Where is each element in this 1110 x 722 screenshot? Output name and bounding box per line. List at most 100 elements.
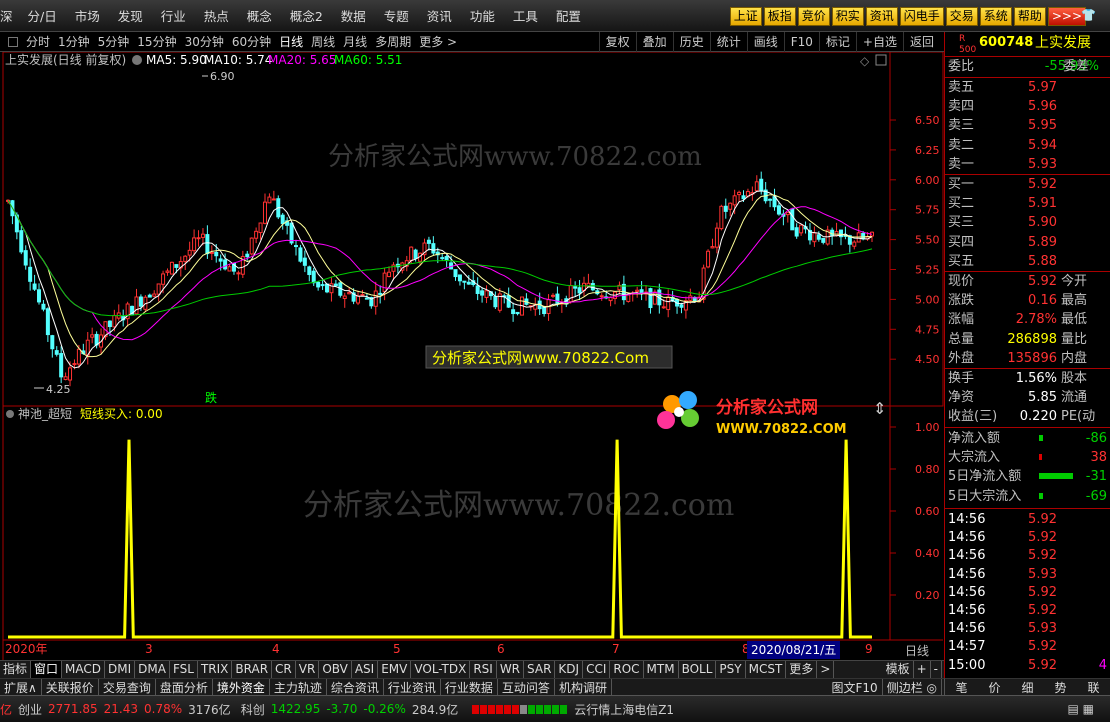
adjust-button[interactable]: 复权 <box>598 32 636 52</box>
sidebar-toggle[interactable]: 图文F10 <box>828 678 883 696</box>
period-multi[interactable]: 多周期 <box>375 33 411 50</box>
period-daily[interactable]: 日线 <box>279 33 303 50</box>
indicator-tab[interactable]: OBV <box>319 661 352 678</box>
period-monthly[interactable]: 月线 <box>343 33 367 50</box>
kc-label[interactable]: 科创 <box>241 701 265 718</box>
indicator-tab[interactable]: ASI <box>352 661 379 678</box>
indicator-tab[interactable]: KDJ <box>555 661 584 678</box>
shanghai-index-button[interactable]: 上证 <box>729 7 762 26</box>
overlay-button[interactable]: 叠加 <box>635 32 673 52</box>
stats-button[interactable]: 统计 <box>709 32 747 52</box>
flash-trade-button[interactable]: 闪电手 <box>899 7 944 26</box>
sub-settings-icon[interactable] <box>6 410 14 418</box>
sidebar-toggle[interactable]: 侧边栏 ◎ <box>883 678 942 696</box>
menu-item-function[interactable]: 功能 <box>470 6 495 25</box>
indicator-tab[interactable]: FSL <box>170 661 198 678</box>
resize-icon[interactable]: ⇕ <box>873 399 886 418</box>
help-button[interactable]: 帮助 <box>1013 7 1046 26</box>
jishi-button[interactable]: 积实 <box>831 7 864 26</box>
menu-item-news[interactable]: 资讯 <box>427 6 452 25</box>
ext-tab[interactable]: 境外资金 <box>213 678 270 696</box>
f10-button[interactable]: F10 <box>783 32 819 52</box>
indicator-tab[interactable]: BOLL <box>679 661 717 678</box>
checkbox-icon[interactable] <box>8 36 18 47</box>
system-button[interactable]: 系统 <box>979 7 1012 26</box>
kline-chart[interactable]: 分析家公式网www.70822.com 分析家公式网www.70822.com … <box>0 52 944 660</box>
indicator-tab[interactable]: MACD <box>62 661 106 678</box>
status-icons[interactable]: ▤ ▦ <box>1068 702 1095 716</box>
period-1min[interactable]: 1分钟 <box>58 33 90 50</box>
indicator-tab[interactable]: PSY <box>716 661 746 678</box>
indicator-tab[interactable]: SAR <box>524 661 556 678</box>
menu-item-industry[interactable]: 行业 <box>161 6 186 25</box>
menu-item-concept[interactable]: 概念 <box>247 6 272 25</box>
skin-icon[interactable]: 👕 <box>1081 8 1096 22</box>
news-button[interactable]: 资讯 <box>865 7 898 26</box>
period-fenshi[interactable]: 分时 <box>26 33 50 50</box>
detail-tab[interactable]: 细 <box>1021 679 1033 696</box>
indicator-tab[interactable]: CCI <box>583 661 611 678</box>
template-button[interactable]: - <box>931 661 942 678</box>
indicator-tab[interactable]: MCST <box>746 661 787 678</box>
detail-tab[interactable]: 笔 <box>955 679 967 696</box>
menu-item[interactable]: 深 <box>0 6 13 25</box>
ext-tab[interactable]: 机构调研 <box>555 678 612 696</box>
trade-button[interactable]: 交易 <box>945 7 978 26</box>
menu-item-market[interactable]: 市场 <box>75 6 100 25</box>
indicator-tab[interactable]: DMI <box>105 661 136 678</box>
indicator-tab[interactable]: TRIX <box>198 661 233 678</box>
indicator-tab[interactable]: WR <box>497 661 525 678</box>
draw-button[interactable]: 画线 <box>746 32 784 52</box>
cyb-label[interactable]: 创业 <box>18 701 42 718</box>
period-60min[interactable]: 60分钟 <box>232 33 271 50</box>
chart-settings-icon[interactable] <box>132 55 142 65</box>
detail-tab[interactable]: 价 <box>988 679 1000 696</box>
indicator-tab[interactable]: 更多 <box>786 661 818 678</box>
period-more[interactable]: 更多 > <box>419 33 457 50</box>
menu-item-fen-ri[interactable]: 分/日 <box>28 6 57 25</box>
window-toggle-icon[interactable] <box>875 54 887 66</box>
period-weekly[interactable]: 周线 <box>311 33 335 50</box>
menu-item-data[interactable]: 数据 <box>341 6 366 25</box>
add-watchlist-button[interactable]: +自选 <box>855 32 903 52</box>
ext-tab[interactable]: 交易查询 <box>99 678 156 696</box>
ext-tab[interactable]: 关联报价 <box>42 678 99 696</box>
ext-tab[interactable]: 盘面分析 <box>156 678 213 696</box>
indicator-tab[interactable]: RSI <box>470 661 497 678</box>
indicator-tab[interactable]: BRAR <box>232 661 273 678</box>
ext-tab[interactable]: 行业资讯 <box>384 678 441 696</box>
period-15min[interactable]: 15分钟 <box>137 33 176 50</box>
menu-item-tools[interactable]: 工具 <box>513 6 538 25</box>
indicator-tab[interactable]: VR <box>296 661 320 678</box>
detail-tab[interactable]: 联 <box>1087 679 1099 696</box>
back-button[interactable]: 返回 <box>902 32 940 52</box>
menu-item-topic[interactable]: 专题 <box>384 6 409 25</box>
ext-tab[interactable]: 行业数据 <box>441 678 498 696</box>
period-5min[interactable]: 5分钟 <box>98 33 130 50</box>
ext-tab[interactable]: 主力轨迹 <box>270 678 327 696</box>
period-30min[interactable]: 30分钟 <box>185 33 224 50</box>
template-button[interactable]: + <box>914 661 931 678</box>
indicator-tab[interactable]: ROC <box>610 661 644 678</box>
menu-item-discover[interactable]: 发现 <box>118 6 143 25</box>
auction-button[interactable]: 竞价 <box>797 7 830 26</box>
detail-tab[interactable]: 势 <box>1054 679 1066 696</box>
indicator-tab[interactable]: VOL-TDX <box>411 661 471 678</box>
ext-tab[interactable]: 扩展∧ <box>0 678 42 696</box>
menu-item-concept2[interactable]: 概念2 <box>290 6 323 25</box>
mark-button[interactable]: 标记 <box>818 32 856 52</box>
indicator-tab[interactable]: 窗口 <box>31 661 63 678</box>
indicator-tab[interactable]: MTM <box>644 661 679 678</box>
board-index-button[interactable]: 板指 <box>763 7 796 26</box>
history-button[interactable]: 历史 <box>672 32 710 52</box>
menu-item-config[interactable]: 配置 <box>556 6 581 25</box>
indicator-scroll-right-icon[interactable]: > <box>817 661 835 678</box>
ext-tab[interactable]: 互动问答 <box>498 678 555 696</box>
diamond-icon[interactable]: ◇ <box>860 54 870 68</box>
indicator-tab[interactable]: EMV <box>378 661 412 678</box>
menu-item-hot[interactable]: 热点 <box>204 6 229 25</box>
template-button[interactable]: 模板 <box>883 661 914 678</box>
indicator-tab[interactable]: 指标 <box>0 661 32 678</box>
indicator-tab[interactable]: CR <box>272 661 296 678</box>
server-info[interactable]: 云行情上海电信Z1 <box>574 701 674 718</box>
